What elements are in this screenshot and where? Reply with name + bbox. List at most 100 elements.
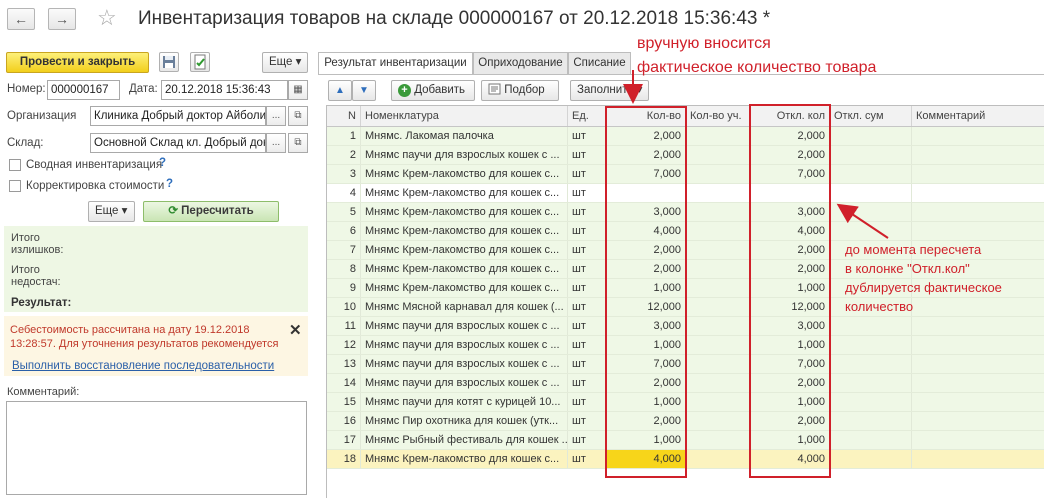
cell-item[interactable]: Мнямс Крем-лакомство для кошек с... [361, 184, 568, 202]
calendar-icon[interactable]: ▦ [288, 80, 308, 100]
help-icon[interactable]: ? [159, 157, 166, 169]
cell-item[interactable]: Мнямс Рыбный фестиваль для кошек ... [361, 431, 568, 449]
cell-n[interactable]: 18 [327, 450, 361, 468]
comment-textarea[interactable] [6, 401, 307, 495]
cell-comment[interactable] [912, 374, 1044, 392]
cell-unit[interactable]: шт [568, 450, 606, 468]
number-field[interactable]: 000000167 [47, 80, 120, 100]
star-icon[interactable]: ☆ [97, 5, 117, 31]
cell-comment[interactable] [912, 355, 1044, 373]
cell-n[interactable]: 12 [327, 336, 361, 354]
cell-item[interactable]: Мнямс. Лакомая палочка [361, 127, 568, 145]
cell-comment[interactable] [912, 412, 1044, 430]
col-header-n[interactable]: N [327, 106, 361, 126]
col-header-comment[interactable]: Комментарий [912, 106, 1044, 126]
cell-unit[interactable]: шт [568, 222, 606, 240]
cell-deviation-sum[interactable] [830, 317, 912, 335]
cell-n[interactable]: 5 [327, 203, 361, 221]
cell-n[interactable]: 4 [327, 184, 361, 202]
cell-qty-accounted[interactable] [686, 431, 750, 449]
cell-n[interactable]: 13 [327, 355, 361, 373]
cell-qty-accounted[interactable] [686, 374, 750, 392]
cell-qty-accounted[interactable] [686, 336, 750, 354]
cell-comment[interactable] [912, 393, 1044, 411]
cell-n[interactable]: 1 [327, 127, 361, 145]
cell-deviation-sum[interactable] [830, 222, 912, 240]
cell-n[interactable]: 16 [327, 412, 361, 430]
cell-qty-accounted[interactable] [686, 450, 750, 468]
cell-unit[interactable]: шт [568, 279, 606, 297]
cell-unit[interactable]: шт [568, 127, 606, 145]
cell-item[interactable]: Мнямс Крем-лакомство для кошек с... [361, 203, 568, 221]
cell-unit[interactable]: шт [568, 317, 606, 335]
cell-qty-accounted[interactable] [686, 412, 750, 430]
open-icon[interactable]: ⧉ [288, 106, 308, 126]
cell-comment[interactable] [912, 317, 1044, 335]
cell-unit[interactable]: шт [568, 298, 606, 316]
cell-comment[interactable] [912, 165, 1044, 183]
selection-button[interactable]: Подбор [481, 80, 559, 101]
cell-deviation-sum[interactable] [830, 184, 912, 202]
cell-unit[interactable]: шт [568, 431, 606, 449]
tab-inventory-result[interactable]: Результат инвентаризации [318, 52, 473, 75]
cell-unit[interactable]: шт [568, 165, 606, 183]
cell-comment[interactable] [912, 203, 1044, 221]
cell-item[interactable]: Мнямс паучи для взрослых кошек с ... [361, 146, 568, 164]
cell-qty-accounted[interactable] [686, 146, 750, 164]
cell-qty-accounted[interactable] [686, 222, 750, 240]
date-field[interactable]: 20.12.2018 15:36:43 [161, 80, 288, 100]
cell-n[interactable]: 10 [327, 298, 361, 316]
col-header-item[interactable]: Номенклатура [361, 106, 568, 126]
tab-receipt[interactable]: Оприходование [473, 52, 568, 74]
help-icon[interactable]: ? [166, 178, 173, 190]
warehouse-select-button[interactable]: ... [266, 133, 286, 153]
cell-item[interactable]: Мнямс Мясной карнавал для кошек (... [361, 298, 568, 316]
cell-item[interactable]: Мнямс паучи для взрослых кошек с ... [361, 336, 568, 354]
cell-item[interactable]: Мнямс Крем-лакомство для кошек с... [361, 450, 568, 468]
warehouse-field[interactable]: Основной Склад кл. Добрый доктор [90, 133, 266, 153]
cell-item[interactable]: Мнямс паучи для котят с курицей 10... [361, 393, 568, 411]
cell-comment[interactable] [912, 450, 1044, 468]
cell-deviation-sum[interactable] [830, 412, 912, 430]
fill-button[interactable]: Заполнить ▾ [570, 80, 649, 101]
post-and-close-button[interactable]: Провести и закрыть [6, 52, 149, 73]
cell-deviation-sum[interactable] [830, 355, 912, 373]
cell-comment[interactable] [912, 222, 1044, 240]
col-header-deviation-sum[interactable]: Откл. сум [830, 106, 912, 126]
col-header-qty-accounted[interactable]: Кол-во уч. [686, 106, 750, 126]
organization-field[interactable]: Клиника Добрый доктор Айболит [90, 106, 266, 126]
cell-deviation-sum[interactable] [830, 393, 912, 411]
cell-item[interactable]: Мнямс Крем-лакомство для кошек с... [361, 260, 568, 278]
move-up-button[interactable]: ▲ [328, 80, 352, 101]
cell-qty-accounted[interactable] [686, 165, 750, 183]
move-down-button[interactable]: ▼ [352, 80, 376, 101]
cell-comment[interactable] [912, 298, 1044, 316]
back-button[interactable]: ← [7, 8, 35, 30]
close-icon[interactable]: ✕ [289, 321, 302, 339]
cell-item[interactable]: Мнямс паучи для взрослых кошек с ... [361, 355, 568, 373]
col-header-unit[interactable]: Ед. [568, 106, 606, 126]
cell-unit[interactable]: шт [568, 260, 606, 278]
restore-sequence-link[interactable]: Выполнить восстановление последовательно… [12, 360, 274, 372]
cell-item[interactable]: Мнямс Пир охотника для кошек (утк... [361, 412, 568, 430]
cell-n[interactable]: 7 [327, 241, 361, 259]
recalculate-button[interactable]: ⟳ Пересчитать [143, 201, 279, 222]
cell-qty-accounted[interactable] [686, 127, 750, 145]
cell-unit[interactable]: шт [568, 355, 606, 373]
save-button[interactable] [159, 52, 179, 72]
cell-qty-accounted[interactable] [686, 298, 750, 316]
cell-comment[interactable] [912, 146, 1044, 164]
cell-item[interactable]: Мнямс паучи для взрослых кошек с ... [361, 317, 568, 335]
cell-qty-accounted[interactable] [686, 241, 750, 259]
cell-unit[interactable]: шт [568, 336, 606, 354]
cost-adjust-checkbox[interactable] [9, 180, 21, 192]
cell-deviation-sum[interactable] [830, 146, 912, 164]
tab-write-off[interactable]: Списание [568, 52, 631, 74]
cell-item[interactable]: Мнямс Крем-лакомство для кошек с... [361, 165, 568, 183]
cell-deviation-sum[interactable] [830, 165, 912, 183]
cell-item[interactable]: Мнямс Крем-лакомство для кошек с... [361, 279, 568, 297]
add-button[interactable]: + Добавить [391, 80, 475, 101]
cell-unit[interactable]: шт [568, 241, 606, 259]
cell-unit[interactable]: шт [568, 146, 606, 164]
cell-n[interactable]: 2 [327, 146, 361, 164]
